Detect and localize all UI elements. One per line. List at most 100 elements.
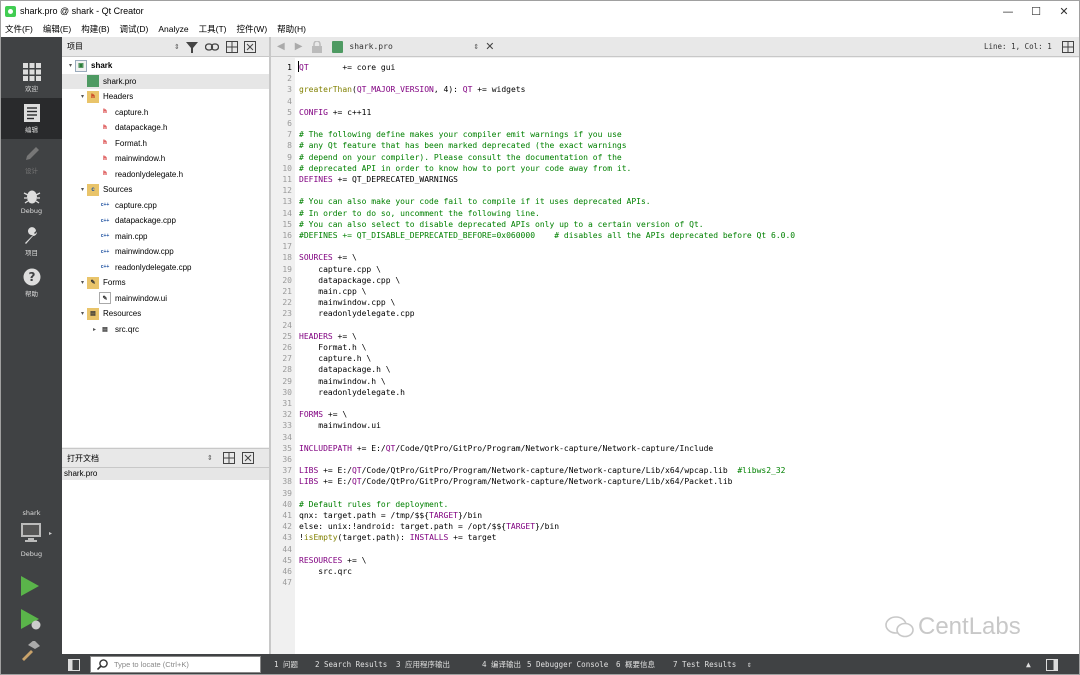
close-document-icon[interactable]: ✕ [485, 40, 494, 53]
forward-arrow-icon[interactable]: ▶ [295, 41, 303, 52]
mode-design[interactable]: 设计 [1, 139, 62, 180]
code-line[interactable]: LIBS += E:/QT/Code/QtPro/GitPro/Program/… [299, 476, 733, 487]
tree-item[interactable]: h readonlydelegate.h [62, 167, 269, 182]
tree-item[interactable]: h Format.h [62, 136, 269, 151]
tree-item[interactable]: c++ capture.cpp [62, 198, 269, 213]
more-tabs-icon[interactable]: ⇕ [747, 654, 752, 674]
code-line[interactable]: # deprecated API in order to know how to… [299, 163, 631, 174]
code-line[interactable]: capture.h \ [299, 353, 371, 364]
build-button[interactable] [20, 640, 40, 665]
link-icon[interactable] [204, 41, 219, 53]
open-document-item[interactable]: shark.pro [62, 468, 269, 480]
tree-item[interactable]: h datapackage.h [62, 120, 269, 135]
code-line[interactable]: datapackage.h \ [299, 364, 390, 375]
code-line[interactable]: HEADERS += \ [299, 331, 357, 342]
code-line[interactable]: # any Qt feature that has been marked de… [299, 140, 627, 151]
close-pane-icon[interactable] [243, 40, 256, 53]
run-button[interactable] [21, 576, 39, 600]
code-line[interactable]: readonlydelegate.h [299, 387, 405, 398]
menu-edit[interactable]: 编辑(E) [43, 23, 71, 35]
code-line[interactable]: Format.h \ [299, 342, 366, 353]
menu-window[interactable]: 控件(W) [236, 23, 267, 35]
code-line[interactable]: mainwindow.cpp \ [299, 297, 395, 308]
output-tab-test-results[interactable]: 7 Test Results [673, 654, 736, 674]
code-line[interactable]: INCLUDEPATH += E:/QT/Code/QtPro/GitPro/P… [299, 443, 713, 454]
tree-item[interactable]: ▾ c Sources [62, 182, 269, 197]
mode-debug[interactable]: Debug [1, 180, 62, 221]
close-button[interactable]: ✕ [1050, 1, 1078, 21]
output-tab-compile-output[interactable]: 4 编译输出 [482, 654, 521, 674]
code-line[interactable]: #DEFINES += QT_DISABLE_DEPRECATED_BEFORE… [299, 230, 795, 241]
tree-item[interactable]: ▸ ▤ src.qrc [62, 322, 269, 337]
tree-item[interactable]: ▾ ▤ Resources [62, 306, 269, 321]
tree-item[interactable]: h capture.h [62, 105, 269, 120]
collapsed-arrow-icon[interactable]: ▸ [90, 326, 99, 333]
maximize-output-icon[interactable]: ▲ [1026, 654, 1031, 674]
minimize-button[interactable]: — [994, 1, 1022, 21]
menu-analyze[interactable]: Analyze [158, 24, 188, 34]
code-line[interactable]: capture.cpp \ [299, 264, 381, 275]
expanded-arrow-icon[interactable]: ▾ [78, 93, 87, 100]
menu-debug[interactable]: 调试(D) [120, 23, 149, 35]
mode-edit[interactable]: 编辑 [1, 98, 62, 139]
code-line[interactable]: # Default rules for deployment. [299, 499, 448, 510]
code-line[interactable]: # You can also select to disable depreca… [299, 219, 704, 230]
code-line[interactable]: # You can also make your code fail to co… [299, 196, 651, 207]
code-line[interactable]: src.qrc [299, 566, 352, 577]
tree-item[interactable]: c++ mainwindow.cpp [62, 244, 269, 259]
code-editor[interactable]: QT += core gui greaterThan(QT_MAJOR_VERSI… [295, 58, 1079, 654]
code-line[interactable]: readonlydelegate.cpp [299, 308, 414, 319]
mode-help[interactable]: ? 帮助 [1, 262, 62, 303]
close-pane-icon[interactable] [241, 452, 254, 464]
tree-item[interactable]: ✎ mainwindow.ui [62, 291, 269, 306]
expanded-arrow-icon[interactable]: ▾ [78, 186, 87, 193]
kit-expand-icon[interactable]: ▸ [49, 530, 52, 537]
code-line[interactable]: # depend on your compiler). Please consu… [299, 152, 622, 163]
expanded-arrow-icon[interactable]: ▾ [78, 279, 87, 286]
menu-file[interactable]: 文件(F) [5, 23, 33, 35]
tree-item[interactable]: ▾ ✎ Forms [62, 275, 269, 290]
toggle-right-sidebar-icon[interactable] [1046, 659, 1058, 671]
expanded-arrow-icon[interactable]: ▾ [78, 310, 87, 317]
mode-projects[interactable]: 项目 [1, 221, 62, 262]
back-arrow-icon[interactable]: ◀ [277, 41, 285, 52]
code-line[interactable]: mainwindow.h \ [299, 376, 385, 387]
code-line[interactable]: main.cpp \ [299, 286, 366, 297]
code-line[interactable]: DEFINES += QT_DEPRECATED_WARNINGS [299, 174, 458, 185]
code-line[interactable]: RESOURCES += \ [299, 555, 366, 566]
tree-item[interactable]: shark.pro [62, 73, 269, 89]
menu-tools[interactable]: 工具(T) [199, 23, 227, 35]
tree-item[interactable]: c++ main.cpp [62, 229, 269, 244]
debug-run-button[interactable] [21, 609, 41, 635]
code-line[interactable]: # In order to do so, uncomment the follo… [299, 208, 540, 219]
mode-welcome[interactable]: 欢迎 [1, 57, 62, 98]
code-line[interactable]: else: unix:!android: target.path = /opt/… [299, 521, 559, 532]
cursor-position[interactable]: Line: 1, Col: 1 [984, 42, 1052, 51]
split-editor-icon[interactable] [1062, 40, 1074, 53]
view-selector-arrows-icon[interactable]: ⇕ [174, 43, 180, 51]
code-line[interactable]: CONFIG += c++11 [299, 107, 371, 118]
output-tab-search-results[interactable]: 2 Search Results [315, 654, 387, 674]
output-tab-general-messages[interactable]: 6 概要信息 [616, 654, 655, 674]
code-line[interactable]: !isEmpty(target.path): INSTALLS += targe… [299, 532, 497, 543]
code-line[interactable]: greaterThan(QT_MAJOR_VERSION, 4): QT += … [299, 84, 525, 95]
locator-input[interactable]: Type to locate (Ctrl+K) [90, 656, 261, 673]
code-line[interactable]: mainwindow.ui [299, 420, 381, 431]
file-selector-arrows-icon[interactable]: ⇕ [473, 43, 479, 51]
kit-selector[interactable] [21, 523, 43, 543]
code-line[interactable]: LIBS += E:/QT/Code/QtPro/GitPro/Program/… [299, 465, 785, 476]
output-tab-application-output[interactable]: 3 应用程序输出 [396, 654, 450, 674]
output-tab-debugger-console[interactable]: 5 Debugger Console [527, 654, 608, 674]
tree-item[interactable]: h mainwindow.h [62, 151, 269, 166]
tree-item[interactable]: c++ readonlydelegate.cpp [62, 260, 269, 275]
code-line[interactable]: FORMS += \ [299, 409, 347, 420]
maximize-button[interactable]: ☐ [1022, 1, 1050, 21]
toggle-sidebar-icon[interactable] [68, 659, 80, 671]
code-line[interactable]: # The following define makes your compil… [299, 129, 622, 140]
code-line[interactable]: SOURCES += \ [299, 252, 357, 263]
code-line[interactable]: QT += core gui [299, 62, 395, 73]
split-icon[interactable] [225, 40, 238, 53]
code-line[interactable]: qnx: target.path = /tmp/$${TARGET}/bin [299, 510, 482, 521]
editor-file-name[interactable]: shark.pro [349, 42, 473, 51]
split-icon[interactable] [222, 452, 235, 464]
